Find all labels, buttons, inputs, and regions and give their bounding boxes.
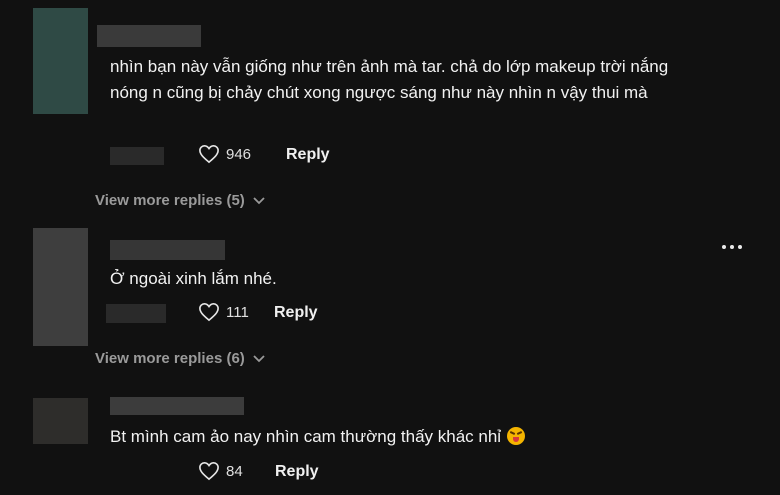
reply-button[interactable]: Reply — [286, 146, 330, 164]
like-button[interactable]: 946 — [198, 144, 251, 164]
like-count: 946 — [226, 145, 252, 163]
avatar[interactable] — [33, 8, 88, 114]
view-more-label: View more replies (5) — [95, 192, 245, 209]
heart-outline-icon — [199, 144, 219, 164]
username-redacted[interactable] — [110, 397, 244, 415]
chevron-down-icon — [253, 196, 265, 204]
chevron-down-icon — [253, 354, 265, 362]
more-dots-icon — [722, 245, 726, 249]
reply-button[interactable]: Reply — [274, 304, 318, 322]
avatar[interactable] — [33, 228, 88, 346]
avatar[interactable] — [33, 398, 88, 444]
view-more-replies[interactable]: View more replies (6) — [95, 350, 265, 367]
like-count: 84 — [226, 462, 243, 480]
squinting-tongue-emoji-icon — [507, 427, 526, 445]
heart-outline-icon — [199, 461, 219, 481]
view-more-label: View more replies (6) — [95, 350, 245, 367]
comment-text: Bt mình cam ảo nay nhìn cam thường thấy … — [110, 424, 526, 450]
heart-outline-icon — [199, 302, 219, 322]
username-redacted[interactable] — [97, 25, 201, 47]
like-button[interactable]: 84 — [198, 461, 243, 481]
timestamp-redacted — [110, 147, 164, 165]
view-more-replies[interactable]: View more replies (5) — [95, 192, 265, 209]
comment-text: Ở ngoài xinh lắm nhé. — [110, 269, 277, 288]
reply-button[interactable]: Reply — [275, 463, 319, 481]
username-redacted[interactable] — [110, 240, 225, 260]
like-count: 111 — [226, 303, 249, 321]
like-button[interactable]: 111 — [198, 302, 249, 322]
timestamp-redacted — [106, 304, 166, 323]
more-options-button[interactable] — [722, 245, 742, 249]
comment-text: nhìn bạn này vẫn giống như trên ảnh mà t… — [110, 57, 669, 102]
comment-text-body: Bt mình cam ảo nay nhìn cam thường thấy … — [110, 427, 502, 446]
